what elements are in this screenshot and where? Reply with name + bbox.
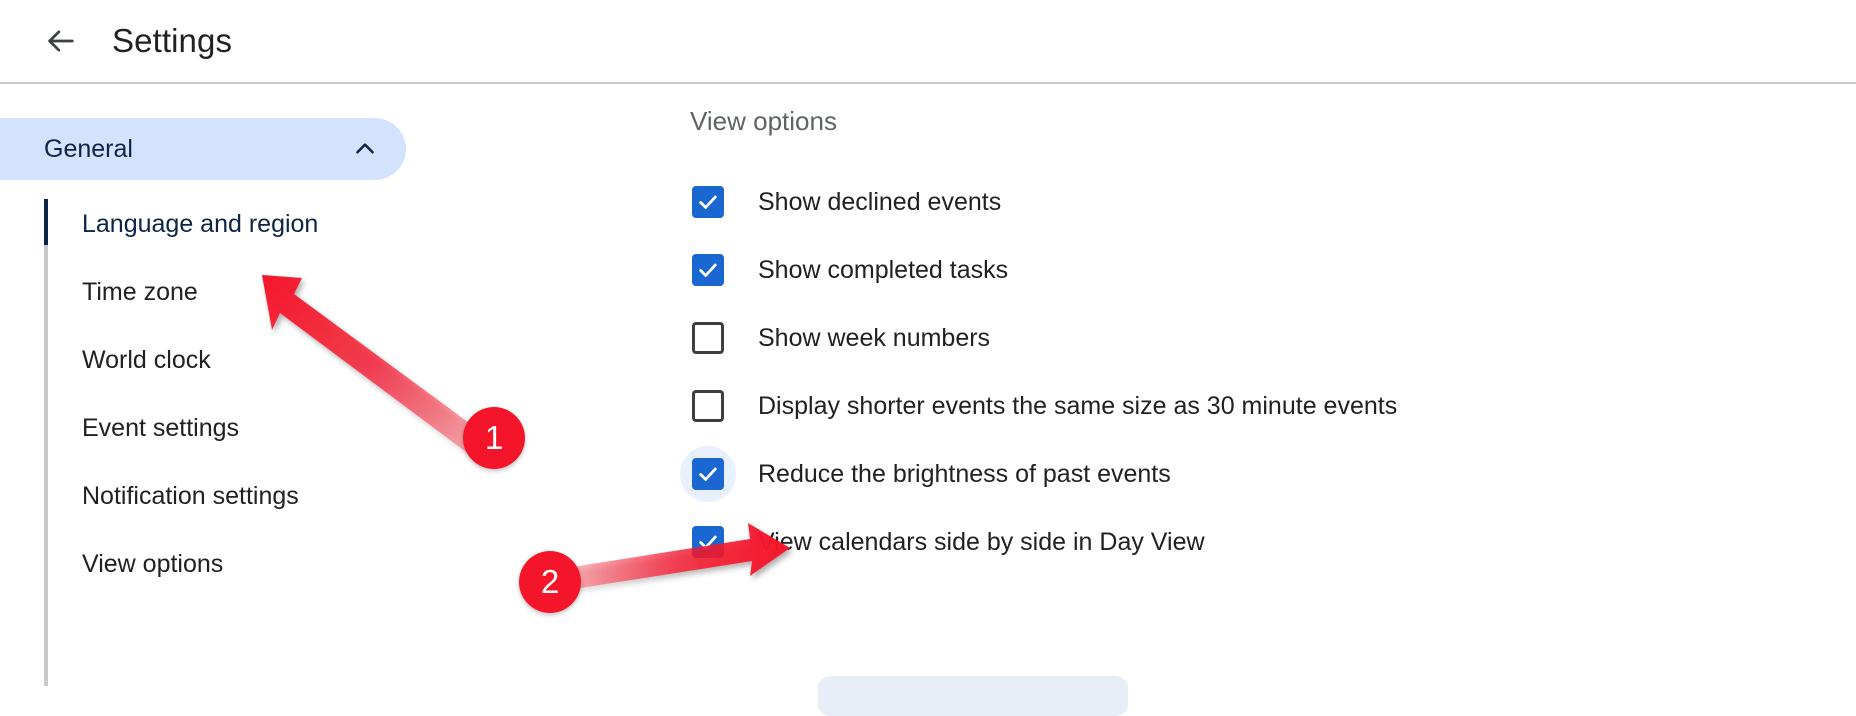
- checkbox-box: [692, 458, 724, 490]
- option-row-show-week-numbers[interactable]: Show week numbers: [660, 304, 1856, 372]
- option-row-view-calendars-side-by-side[interactable]: View calendars side by side in Day View: [660, 508, 1856, 576]
- sidebar-item-notification-settings[interactable]: Notification settings: [0, 462, 660, 530]
- app-header: Settings: [0, 0, 1856, 84]
- checkbox-box: [692, 186, 724, 218]
- checkbox-box: [692, 526, 724, 558]
- option-label: Show completed tasks: [758, 255, 1009, 284]
- sidebar-item-list: Language and region Time zone World cloc…: [0, 190, 660, 598]
- back-button[interactable]: [32, 12, 90, 70]
- sidebar-item-label: View options: [82, 549, 224, 578]
- sidebar-item-label: World clock: [82, 345, 211, 374]
- checkbox-view-calendars-side-by-side[interactable]: [680, 514, 736, 570]
- checkbox-box: [692, 254, 724, 286]
- page-title: Settings: [112, 22, 233, 59]
- sidebar-item-label: Language and region: [82, 209, 319, 238]
- option-label: View calendars side by side in Day View: [758, 527, 1205, 556]
- view-options-list: Show declined events Show completed task…: [660, 168, 1856, 576]
- option-row-show-completed-tasks[interactable]: Show completed tasks: [660, 236, 1856, 304]
- sidebar-item-label: Notification settings: [82, 481, 299, 510]
- section-heading: View options: [690, 106, 837, 136]
- option-label: Show week numbers: [758, 323, 991, 352]
- sidebar-item-world-clock[interactable]: World clock: [0, 326, 660, 394]
- sidebar-item-label: Time zone: [82, 277, 198, 306]
- checkbox-box: [692, 390, 724, 422]
- checkbox-show-week-numbers[interactable]: [680, 310, 736, 366]
- sidebar-item-event-settings[interactable]: Event settings: [0, 394, 660, 462]
- sidebar-group-general[interactable]: General: [0, 118, 406, 180]
- sidebar-item-label: Event settings: [82, 413, 240, 442]
- option-label: Reduce the brightness of past events: [758, 459, 1171, 488]
- back-arrow-icon: [44, 24, 78, 58]
- option-label: Display shorter events the same size as …: [758, 391, 1398, 420]
- checkbox-display-shorter-events[interactable]: [680, 378, 736, 434]
- checkbox-show-declined-events[interactable]: [680, 174, 736, 230]
- checkbox-show-completed-tasks[interactable]: [680, 242, 736, 298]
- sidebar-item-time-zone[interactable]: Time zone: [0, 258, 660, 326]
- sidebar-group-label: General: [44, 134, 133, 163]
- checkbox-reduce-brightness-past-events[interactable]: [680, 446, 736, 502]
- option-label: Show declined events: [758, 187, 1002, 216]
- option-row-reduce-brightness-past-events[interactable]: Reduce the brightness of past events: [660, 440, 1856, 508]
- option-row-display-shorter-events[interactable]: Display shorter events the same size as …: [660, 372, 1856, 440]
- checkbox-box: [692, 322, 724, 354]
- sidebar-item-view-options[interactable]: View options: [0, 530, 660, 598]
- settings-sidebar: General Language and region Time zone Wo…: [0, 86, 660, 686]
- settings-main-panel: View options Show declined events Show c…: [660, 86, 1856, 686]
- option-row-show-declined-events[interactable]: Show declined events: [660, 168, 1856, 236]
- sidebar-item-language-and-region[interactable]: Language and region: [0, 190, 660, 258]
- bottom-partial-panel: [818, 676, 1128, 716]
- chevron-up-icon[interactable]: [352, 136, 378, 162]
